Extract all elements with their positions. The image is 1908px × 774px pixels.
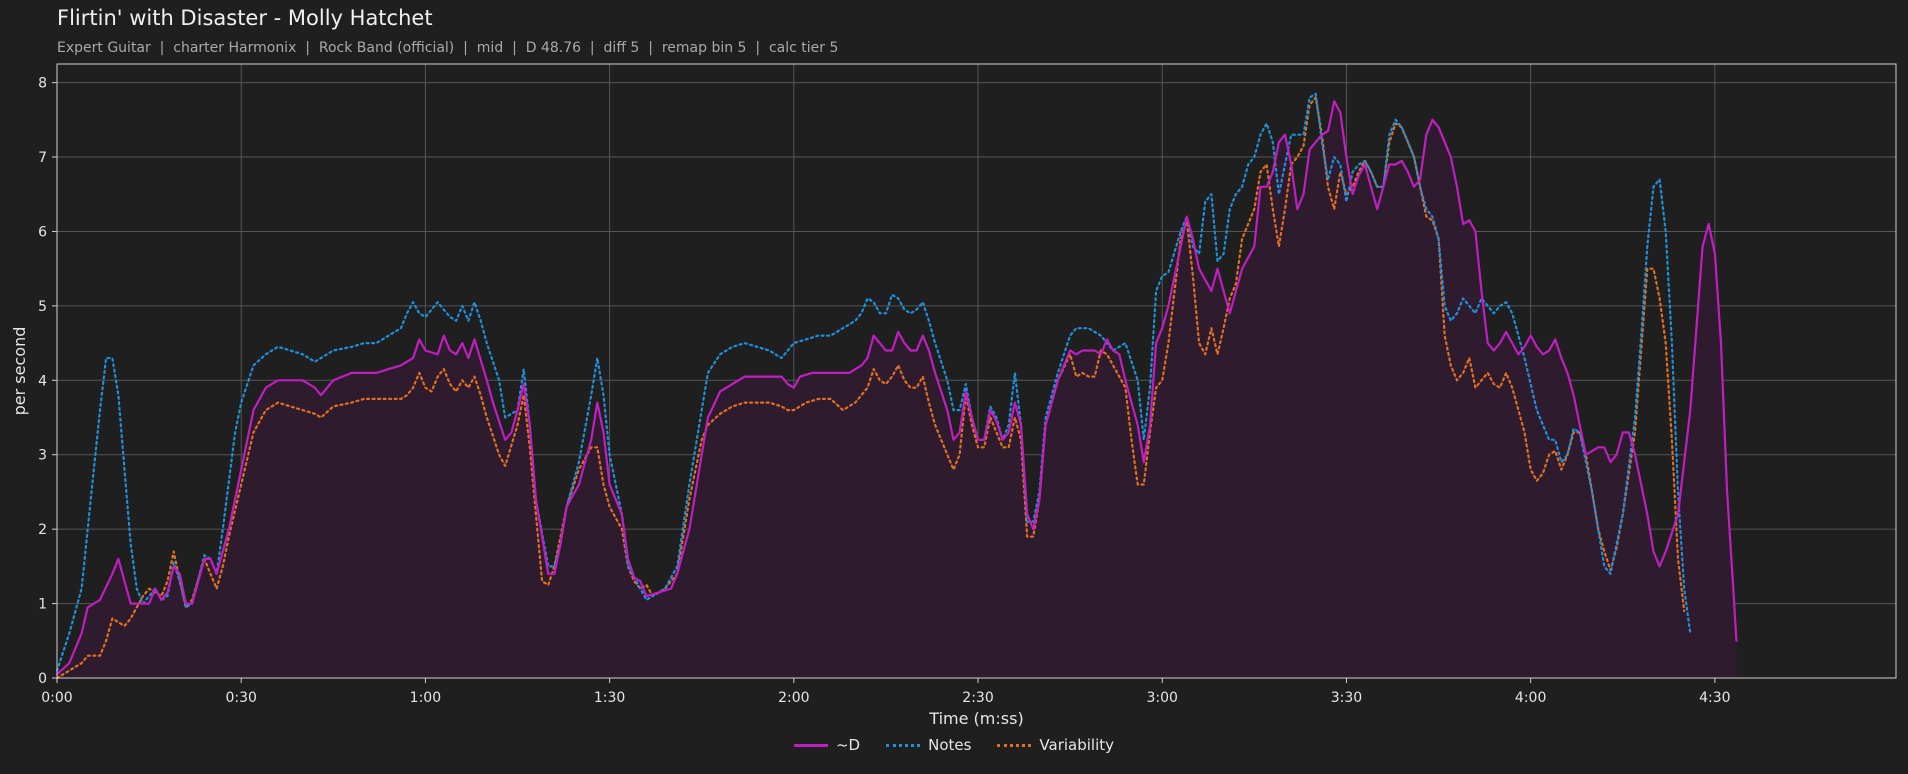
legend-swatch-notes — [886, 743, 921, 747]
line-chart: 0:00 0:30 1:00 1:30 2:00 2:30 3:00 3:30 4:00 4:30… — [10, 63, 1897, 728]
y-tick-label: 8 — [38, 76, 47, 92]
x-tick-label: 4:00 — [1515, 690, 1546, 706]
d-series-fill — [57, 101, 1737, 678]
y-tick-label: 0 — [38, 671, 47, 687]
x-tick-label: 4:30 — [1699, 690, 1730, 706]
legend-swatch-variability — [997, 743, 1032, 747]
legend-item-d: ~D — [793, 736, 861, 754]
y-tick-label: 2 — [38, 522, 47, 538]
y-tick-label: 7 — [38, 150, 47, 166]
y-axis-label: per second — [10, 327, 29, 416]
y-tick-label: 1 — [38, 597, 47, 613]
x-axis-label: Time (m:ss) — [928, 709, 1023, 728]
legend-label-variability: Variability — [1039, 736, 1115, 754]
legend-swatch-d — [793, 743, 828, 747]
x-tick-label: 3:30 — [1331, 690, 1362, 706]
x-tick-label: 1:00 — [410, 690, 441, 706]
legend-item-notes: Notes — [886, 736, 971, 754]
legend-item-variability: Variability — [997, 736, 1114, 754]
x-tick-label: 1:30 — [594, 690, 625, 706]
x-tick-label: 3:00 — [1147, 690, 1178, 706]
y-tick-label: 6 — [38, 224, 47, 240]
x-tick-label: 2:30 — [962, 690, 993, 706]
y-tick-label: 5 — [38, 299, 47, 315]
x-tick-label: 0:00 — [41, 690, 72, 706]
y-tick-label: 3 — [38, 448, 47, 464]
x-tick-label: 0:30 — [225, 690, 256, 706]
legend-label-d: ~D — [835, 736, 861, 754]
legend-label-notes: Notes — [928, 736, 972, 754]
legend: ~D Notes Variability — [0, 736, 1908, 754]
x-tick-label: 2:00 — [778, 690, 809, 706]
y-tick-label: 4 — [38, 373, 47, 389]
